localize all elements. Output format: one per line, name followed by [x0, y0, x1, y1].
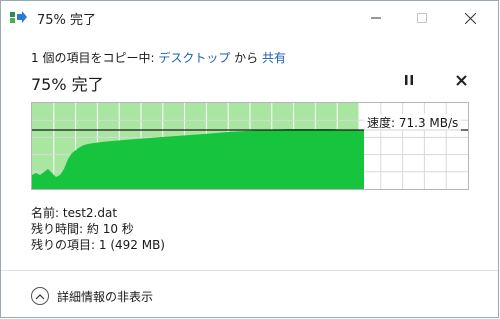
speed-label: 速度: 71.3 MB/s [364, 114, 462, 131]
maximize-icon [417, 13, 427, 23]
hide-details-toggle[interactable]: 詳細情報の非表示 [31, 284, 153, 308]
items-remaining-label: 残りの項目: [31, 238, 96, 252]
window-title: 75% 完了 [37, 13, 97, 28]
footer-divider [1, 270, 498, 271]
progress-title: 75% 完了 [31, 75, 104, 94]
cancel-icon [455, 74, 467, 86]
items-remaining-row: 残りの項目: 1 (492 MB) [31, 236, 165, 253]
time-remaining-value: 約 10 秒 [86, 222, 134, 236]
copy-progress-window: 75% 完了 1 個の項目をコピー中: デスクトップ から 共有 75% 完了 [0, 0, 499, 318]
items-remaining-value: 1 (492 MB) [98, 238, 165, 252]
maximize-button[interactable] [399, 1, 445, 35]
name-value: test2.dat [62, 206, 118, 220]
copy-arrow-icon [10, 11, 27, 23]
title-bar[interactable]: 75% 完了 [1, 1, 498, 35]
source-link[interactable]: デスクトップ [158, 51, 230, 65]
name-label: 名前: [31, 206, 60, 220]
chevron-up-icon [31, 287, 49, 305]
file-name-row: 名前: test2.dat [31, 204, 117, 221]
copy-description: 1 個の項目をコピー中: デスクトップ から 共有 [31, 49, 286, 66]
pause-button[interactable] [399, 69, 419, 91]
destination-link[interactable]: 共有 [262, 51, 286, 65]
close-window-button[interactable] [447, 1, 493, 35]
hide-details-label: 詳細情報の非表示 [57, 289, 154, 304]
cancel-button[interactable] [451, 69, 471, 91]
copy-prefix: 1 個の項目をコピー中: [31, 51, 159, 65]
pause-icon [405, 75, 413, 85]
time-remaining-row: 残り時間: 約 10 秒 [31, 220, 134, 237]
connector-text: から [230, 51, 262, 65]
close-icon [464, 12, 476, 24]
time-remaining-label: 残り時間: [31, 222, 84, 236]
minimize-icon [371, 17, 381, 19]
minimize-button[interactable] [353, 1, 399, 35]
